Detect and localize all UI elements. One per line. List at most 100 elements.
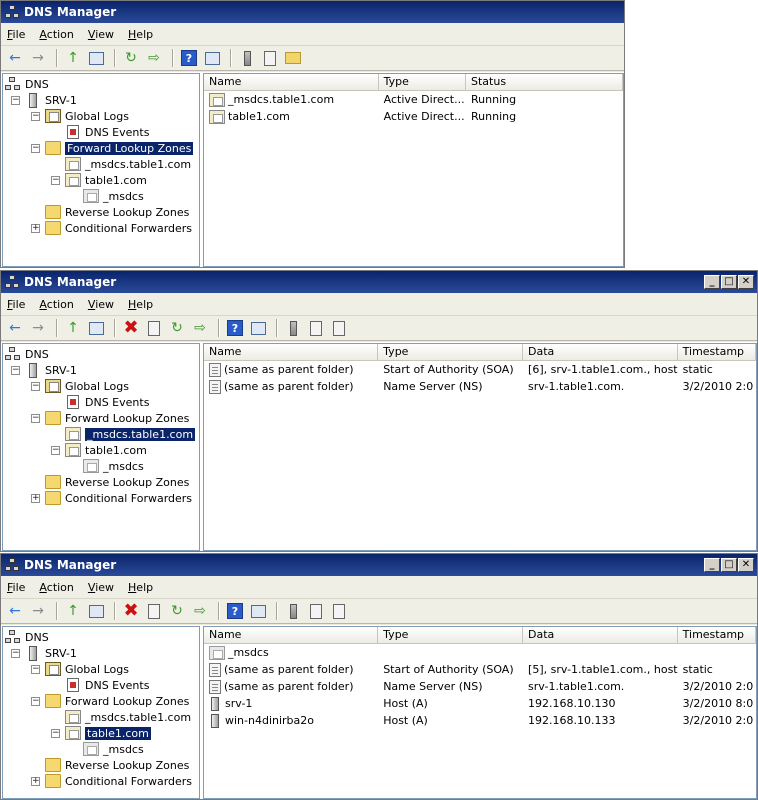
list-row[interactable]: win-n4dinirba2o Host (A) 192.168.10.133 … xyxy=(204,712,756,729)
tree-item-dns-events[interactable]: DNS Events xyxy=(5,394,199,410)
tree-item-forward-lookup-zones[interactable]: − Forward Lookup Zones xyxy=(5,410,199,426)
close-button[interactable]: ✕ xyxy=(738,275,754,289)
folder-icon[interactable] xyxy=(283,48,303,68)
menu-help[interactable]: Help xyxy=(128,581,153,594)
title-bar[interactable]: DNS Manager _ □ ✕ xyxy=(1,271,757,293)
tree-item-global-logs[interactable]: − Global Logs xyxy=(5,661,199,677)
column-header-type[interactable]: Type xyxy=(378,627,524,643)
collapse-icon[interactable]: − xyxy=(31,111,40,121)
refresh-icon[interactable]: ↻ xyxy=(121,48,141,68)
help-icon[interactable]: ? xyxy=(179,48,199,68)
export-list-icon[interactable]: ⇨ xyxy=(144,48,164,68)
tree-item-msdcs-zone[interactable]: _msdcs.table1.com xyxy=(5,426,199,442)
properties-icon[interactable] xyxy=(144,318,164,338)
action-pane-icon[interactable] xyxy=(248,318,268,338)
column-header-name[interactable]: Name xyxy=(204,74,379,90)
tree-item-conditional-forwarders[interactable]: + Conditional Forwarders xyxy=(5,220,199,236)
collapse-icon[interactable]: − xyxy=(31,143,40,153)
menu-help[interactable]: Help xyxy=(128,28,153,41)
forward-arrow-icon[interactable]: → xyxy=(28,601,48,621)
list-row[interactable]: (same as parent folder) Start of Authori… xyxy=(204,661,756,678)
expand-icon[interactable]: + xyxy=(31,223,40,233)
tree-item-dns[interactable]: DNS xyxy=(5,76,199,92)
column-header-name[interactable]: Name xyxy=(204,627,379,643)
server-icon[interactable] xyxy=(283,601,303,621)
tree-item-forward-lookup-zones[interactable]: − Forward Lookup Zones xyxy=(5,693,199,709)
tree-item-msdcs-subdomain[interactable]: _msdcs xyxy=(5,741,199,757)
column-header-status[interactable]: Status xyxy=(466,74,623,90)
maximize-button[interactable]: □ xyxy=(721,275,737,289)
minimize-button[interactable]: _ xyxy=(704,558,720,572)
list-row[interactable]: srv-1 Host (A) 192.168.10.130 3/2/2010 8… xyxy=(204,695,756,712)
expand-icon[interactable]: + xyxy=(31,776,40,786)
server-icon[interactable] xyxy=(237,48,257,68)
menu-view[interactable]: View xyxy=(88,298,114,311)
collapse-icon[interactable]: − xyxy=(51,445,60,455)
menu-help[interactable]: Help xyxy=(128,298,153,311)
help-icon[interactable]: ? xyxy=(225,318,245,338)
back-arrow-icon[interactable]: ← xyxy=(5,601,25,621)
menu-view[interactable]: View xyxy=(88,581,114,594)
collapse-icon[interactable]: − xyxy=(11,648,20,658)
list-row[interactable]: (same as parent folder) Name Server (NS)… xyxy=(204,678,756,695)
refresh-icon[interactable]: ↻ xyxy=(167,318,187,338)
export-list-icon[interactable]: ⇨ xyxy=(190,318,210,338)
show-hide-tree-icon[interactable] xyxy=(86,318,106,338)
menu-action[interactable]: Action xyxy=(39,298,73,311)
server-icon[interactable] xyxy=(283,318,303,338)
list-row[interactable]: _msdcs.table1.com Active Direct... Runni… xyxy=(204,91,623,108)
menu-file[interactable]: File xyxy=(7,581,25,594)
title-bar[interactable]: DNS Manager _ □ ✕ xyxy=(1,554,757,576)
tree-item-srv-1[interactable]: − SRV-1 xyxy=(5,645,199,661)
export-list-icon[interactable]: ⇨ xyxy=(190,601,210,621)
show-hide-tree-icon[interactable] xyxy=(86,601,106,621)
column-header-timestamp[interactable]: Timestamp xyxy=(678,344,756,360)
close-button[interactable]: ✕ xyxy=(738,558,754,572)
collapse-icon[interactable]: − xyxy=(11,365,20,375)
properties-icon[interactable] xyxy=(144,601,164,621)
tree-item-dns-events[interactable]: DNS Events xyxy=(5,124,199,140)
forward-arrow-icon[interactable]: → xyxy=(28,48,48,68)
expand-icon[interactable]: + xyxy=(31,493,40,503)
tree-item-msdcs-zone[interactable]: _msdcs.table1.com xyxy=(5,709,199,725)
refresh-icon[interactable]: ↻ xyxy=(167,601,187,621)
column-header-data[interactable]: Data xyxy=(523,627,678,643)
action-pane-icon[interactable] xyxy=(248,601,268,621)
column-header-type[interactable]: Type xyxy=(378,344,524,360)
collapse-icon[interactable]: − xyxy=(31,696,40,706)
up-level-icon[interactable]: ↑ xyxy=(63,48,83,68)
delete-icon[interactable]: ✖ xyxy=(121,601,141,621)
column-header-type[interactable]: Type xyxy=(379,74,467,90)
tree-item-global-logs[interactable]: − Global Logs xyxy=(5,108,199,124)
column-header-data[interactable]: Data xyxy=(523,344,678,360)
tree-item-table1-zone[interactable]: − table1.com xyxy=(5,442,199,458)
collapse-icon[interactable]: − xyxy=(51,175,60,185)
tree-item-dns[interactable]: DNS xyxy=(5,346,199,362)
tree-item-msdcs-subdomain[interactable]: _msdcs xyxy=(5,188,199,204)
forward-arrow-icon[interactable]: → xyxy=(28,318,48,338)
tree-item-table1-zone[interactable]: − table1.com xyxy=(5,172,199,188)
tree-item-dns[interactable]: DNS xyxy=(5,629,199,645)
tree-item-reverse-lookup-zones[interactable]: Reverse Lookup Zones xyxy=(5,474,199,490)
document-icon[interactable] xyxy=(306,318,326,338)
maximize-button[interactable]: □ xyxy=(721,558,737,572)
title-bar[interactable]: DNS Manager xyxy=(1,1,624,23)
record-icon[interactable] xyxy=(329,318,349,338)
back-arrow-icon[interactable]: ← xyxy=(5,318,25,338)
menu-file[interactable]: File xyxy=(7,298,25,311)
collapse-icon[interactable]: − xyxy=(31,413,40,423)
up-level-icon[interactable]: ↑ xyxy=(63,318,83,338)
column-header-name[interactable]: Name xyxy=(204,344,379,360)
document-icon[interactable] xyxy=(260,48,280,68)
tree-item-global-logs[interactable]: − Global Logs xyxy=(5,378,199,394)
back-arrow-icon[interactable]: ← xyxy=(5,48,25,68)
tree-item-reverse-lookup-zones[interactable]: Reverse Lookup Zones xyxy=(5,757,199,773)
document-icon[interactable] xyxy=(306,601,326,621)
up-level-icon[interactable]: ↑ xyxy=(63,601,83,621)
column-header-timestamp[interactable]: Timestamp xyxy=(678,627,756,643)
tree-item-conditional-forwarders[interactable]: + Conditional Forwarders xyxy=(5,773,199,789)
menu-action[interactable]: Action xyxy=(39,28,73,41)
record-icon[interactable] xyxy=(329,601,349,621)
tree-item-forward-lookup-zones[interactable]: − Forward Lookup Zones xyxy=(5,140,199,156)
tree-item-conditional-forwarders[interactable]: + Conditional Forwarders xyxy=(5,490,199,506)
